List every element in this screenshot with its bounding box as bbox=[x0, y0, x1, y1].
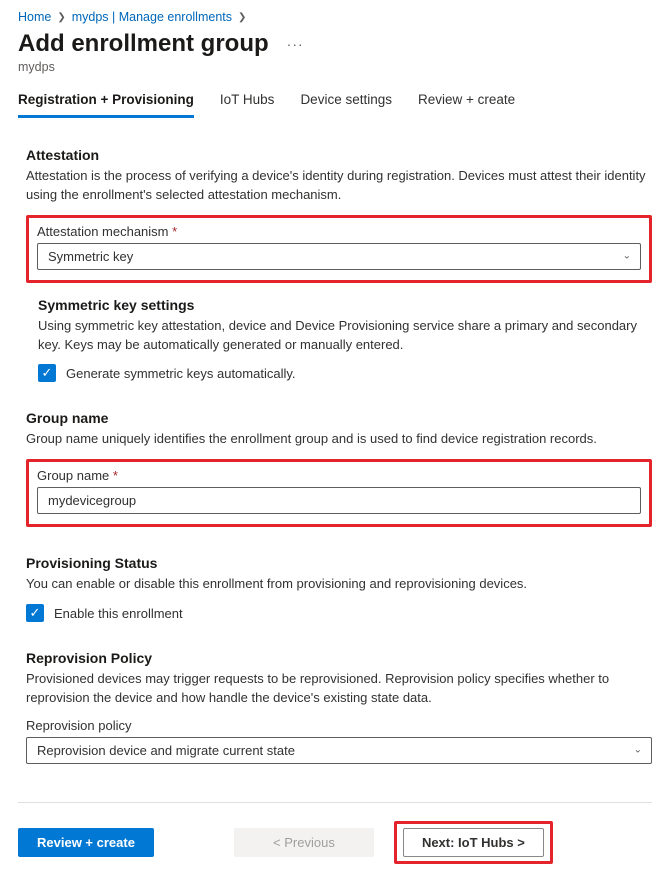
generate-keys-label: Generate symmetric keys automatically. bbox=[66, 366, 296, 381]
enable-enrollment-label: Enable this enrollment bbox=[54, 606, 183, 621]
group-name-label: Group name * bbox=[37, 468, 641, 483]
tab-device-settings[interactable]: Device settings bbox=[300, 92, 392, 118]
provisioning-status-title: Provisioning Status bbox=[26, 555, 652, 571]
chevron-right-icon: ❯ bbox=[57, 12, 65, 23]
footer-buttons: Review + create < Previous Next: IoT Hub… bbox=[18, 821, 652, 864]
page-subtitle: mydps bbox=[18, 60, 652, 74]
footer-separator bbox=[18, 802, 652, 803]
required-mark: * bbox=[172, 224, 177, 239]
provisioning-status-desc: You can enable or disable this enrollmen… bbox=[26, 575, 652, 594]
more-dots-icon[interactable]: ··· bbox=[287, 36, 304, 52]
group-name-title: Group name bbox=[26, 410, 652, 426]
required-mark: * bbox=[113, 468, 118, 483]
reprovision-policy-desc: Provisioned devices may trigger requests… bbox=[26, 670, 652, 708]
symmetric-key-title: Symmetric key settings bbox=[38, 297, 652, 313]
previous-button[interactable]: < Previous bbox=[234, 828, 374, 857]
attestation-mechanism-label: Attestation mechanism * bbox=[37, 224, 641, 239]
generate-keys-checkbox[interactable]: ✓ bbox=[38, 364, 56, 382]
tab-review-create[interactable]: Review + create bbox=[418, 92, 515, 118]
attestation-highlight: Attestation mechanism * ⌄ bbox=[26, 215, 652, 283]
reprovision-policy-select[interactable] bbox=[26, 737, 652, 764]
review-create-button[interactable]: Review + create bbox=[18, 828, 154, 857]
attestation-desc: Attestation is the process of verifying … bbox=[26, 167, 652, 205]
group-name-input[interactable] bbox=[37, 487, 641, 514]
group-name-highlight: Group name * bbox=[26, 459, 652, 527]
page-title: Add enrollment group bbox=[18, 30, 269, 58]
attestation-mechanism-select[interactable] bbox=[37, 243, 641, 270]
next-button-highlight: Next: IoT Hubs > bbox=[394, 821, 553, 864]
page-header: Add enrollment group ··· bbox=[18, 30, 652, 58]
breadcrumb-mydps[interactable]: mydps | Manage enrollments bbox=[72, 10, 232, 24]
reprovision-policy-label: Reprovision policy bbox=[26, 718, 652, 733]
enable-enrollment-checkbox[interactable]: ✓ bbox=[26, 604, 44, 622]
symmetric-key-settings: Symmetric key settings Using symmetric k… bbox=[38, 297, 652, 383]
tabs: Registration + Provisioning IoT Hubs Dev… bbox=[18, 92, 652, 119]
tab-iot-hubs[interactable]: IoT Hubs bbox=[220, 92, 275, 118]
breadcrumb-home[interactable]: Home bbox=[18, 10, 51, 24]
symmetric-key-desc: Using symmetric key attestation, device … bbox=[38, 317, 652, 355]
reprovision-policy-title: Reprovision Policy bbox=[26, 650, 652, 666]
group-name-desc: Group name uniquely identifies the enrol… bbox=[26, 430, 652, 449]
breadcrumb: Home ❯ mydps | Manage enrollments ❯ bbox=[18, 10, 652, 24]
next-iot-hubs-button[interactable]: Next: IoT Hubs > bbox=[403, 828, 544, 857]
chevron-right-icon: ❯ bbox=[238, 12, 246, 23]
attestation-title: Attestation bbox=[26, 147, 652, 163]
tab-registration-provisioning[interactable]: Registration + Provisioning bbox=[18, 92, 194, 118]
